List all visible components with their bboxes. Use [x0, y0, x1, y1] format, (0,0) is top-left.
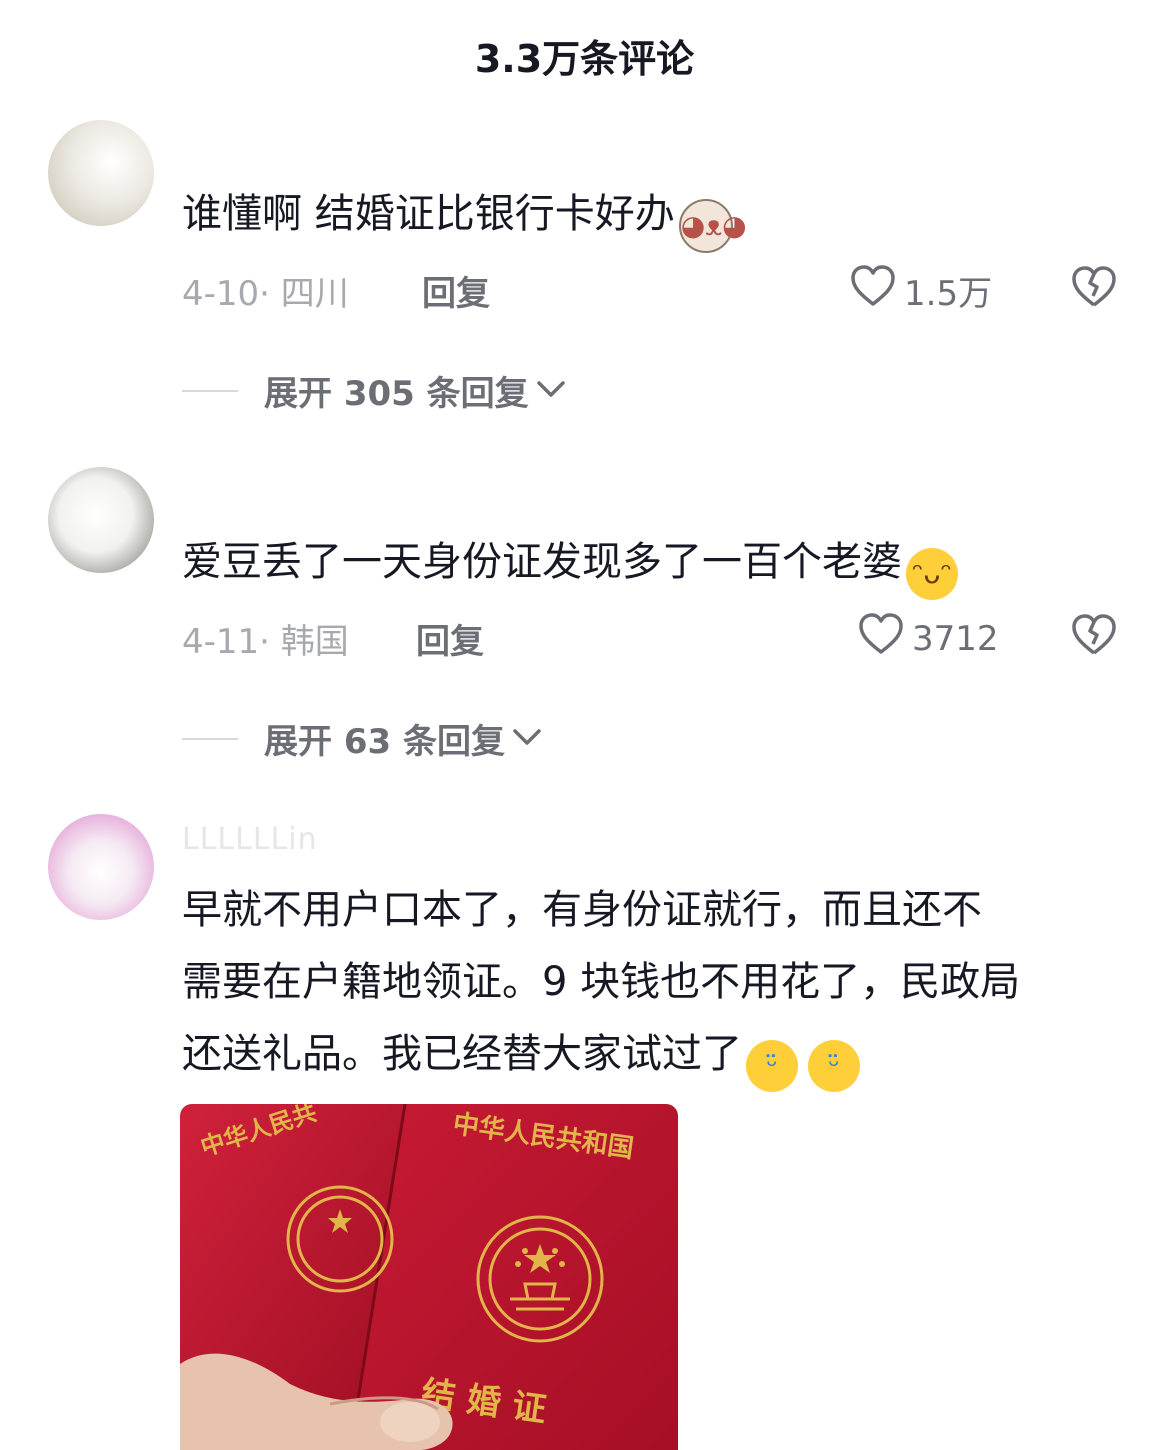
comment-text: 谁懂啊 结婚证比银行卡好办 ◕ᴥ◕ [182, 178, 747, 253]
username[interactable]: LLLLLLin [182, 822, 318, 857]
comment-text: 爱豆丢了一天身份证发现多了一百个老婆 ᵔᴗᵔ [182, 526, 958, 600]
heart-icon [850, 264, 896, 317]
comment-location: · 韩国 [259, 622, 349, 662]
comment-text-body: 爱豆丢了一天身份证发现多了一百个老婆 [182, 539, 902, 585]
expand-replies-button[interactable]: 展开 63 条回复 [182, 714, 543, 763]
chevron-down-icon [535, 378, 567, 404]
avatar[interactable] [48, 814, 154, 920]
expand-replies-button[interactable]: 展开 305 条回复 [182, 366, 567, 415]
comment-date: 4-10 [182, 274, 260, 314]
comment-text-body: 还送礼品。我已经替大家试过了 [182, 1031, 742, 1077]
crying-laughing-face-emoji: ᵕ̈ [746, 1040, 798, 1092]
broken-heart-icon[interactable] [1070, 613, 1118, 661]
broken-heart-icon[interactable] [1070, 265, 1118, 313]
like-button[interactable]: 1.5万 [850, 264, 992, 317]
comment-meta: 4-11· 韩国 [182, 614, 349, 663]
comments-count-title: 3.3万条评论 [474, 37, 695, 81]
comment-date: 4-11 [182, 622, 260, 662]
comment-text-line-3: 还送礼品。我已经替大家试过了 ᵕ̈ ᵕ̈ [182, 1018, 860, 1092]
reply-button[interactable]: 回复 [422, 266, 490, 315]
like-button[interactable]: 3712 [858, 612, 999, 665]
crying-laughing-face-emoji: ᵕ̈ [808, 1040, 860, 1092]
comment-text-body: 谁懂啊 结婚证比银行卡好办 [182, 191, 675, 237]
divider [182, 389, 238, 392]
comment-text-line-2: 需要在户籍地领证。9 块钱也不用花了，民政局 [182, 959, 1021, 1005]
expand-replies-label: 展开 305 条回复 [264, 374, 529, 414]
heart-icon [858, 612, 904, 665]
comment-text-line-1: 早就不用户口本了，有身份证就行，而且还不 [182, 887, 982, 933]
expand-replies-label: 展开 63 条回复 [264, 722, 505, 762]
comment-meta: 4-10· 四川 [182, 266, 349, 315]
like-count: 3712 [912, 618, 999, 659]
grinning-face-emoji: ᵔᴗᵔ [906, 548, 958, 600]
chevron-down-icon [511, 726, 543, 752]
comment-location: · 四川 [259, 274, 349, 314]
avatar[interactable] [48, 120, 154, 226]
marriage-certificates-illustration: 中华人民共 中华人民共和国 结 婚 证 [180, 1104, 678, 1450]
avatar[interactable] [48, 467, 154, 573]
like-count: 1.5万 [904, 274, 993, 314]
reply-button[interactable]: 回复 [416, 614, 484, 663]
divider [182, 737, 238, 740]
comment-photo[interactable]: 中华人民共 中华人民共和国 结 婚 证 [180, 1104, 678, 1450]
cat-face-emoji: ◕ᴥ◕ [678, 199, 747, 253]
